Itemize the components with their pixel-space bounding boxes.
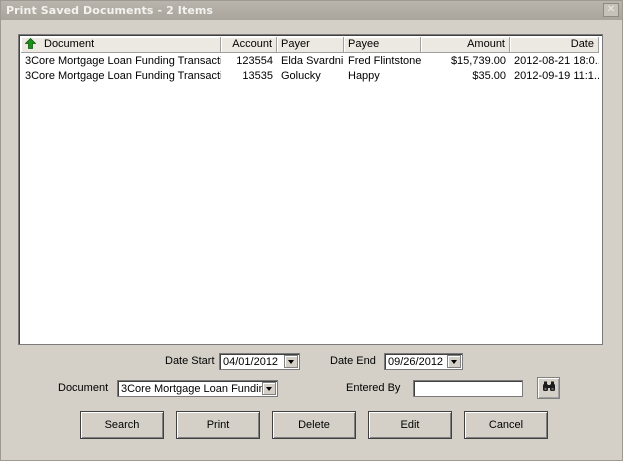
list-header: Document Account Payer Payee Amount Date — [21, 37, 602, 53]
column-label-payee: Payee — [348, 38, 380, 50]
close-icon: ✕ — [606, 4, 616, 15]
cell-account: 13535 — [242, 70, 273, 82]
entered-by-label: Entered By — [346, 382, 401, 394]
search-button-label: Search — [104, 419, 140, 431]
date-start-label: Date Start — [165, 355, 215, 367]
chevron-down-icon — [288, 359, 294, 364]
column-label-payer: Payer — [281, 38, 310, 50]
column-label-account: Account — [232, 38, 272, 50]
edit-button[interactable]: Edit — [368, 411, 452, 439]
document-type-value: 3Core Mortgage Loan Funding Trar — [121, 382, 262, 395]
table-row[interactable]: 3Core Mortgage Loan Funding Transactions… — [21, 69, 602, 84]
chevron-down-icon — [266, 386, 272, 391]
list-rows: 3Core Mortgage Loan Funding Transactions… — [21, 54, 602, 84]
find-user-button[interactable] — [537, 377, 560, 399]
column-header-document[interactable]: Document — [21, 37, 221, 53]
document-type-dropdown-button[interactable] — [262, 382, 276, 395]
cell-document: 3Core Mortgage Loan Funding Transactions — [25, 55, 221, 67]
date-start-picker[interactable]: 04/01/2012 — [219, 353, 300, 370]
column-header-date[interactable]: Date — [510, 37, 599, 53]
window-title: Print Saved Documents - 2 Items — [6, 4, 214, 17]
column-header-amount[interactable]: Amount — [421, 37, 510, 53]
cell-account: 123554 — [236, 55, 273, 67]
date-start-value: 04/01/2012 — [223, 355, 279, 368]
search-button[interactable]: Search — [80, 411, 164, 439]
cell-payee: Happy — [348, 70, 380, 82]
cell-date: 2012-09-19 11:1... — [514, 70, 599, 82]
column-label-amount: Amount — [467, 38, 505, 50]
cell-payee: Fred Flintstone — [348, 55, 421, 67]
cell-date: 2012-08-21 18:0... — [514, 55, 599, 67]
table-row[interactable]: 3Core Mortgage Loan Funding Transactions… — [21, 54, 602, 69]
date-end-value: 09/26/2012 — [388, 355, 444, 368]
document-type-select[interactable]: 3Core Mortgage Loan Funding Trar — [117, 380, 278, 397]
documents-list[interactable]: Document Account Payer Payee Amount Date… — [18, 34, 603, 345]
document-label: Document — [58, 382, 109, 394]
print-saved-documents-window: Print Saved Documents - 2 Items ✕ Docume… — [0, 0, 623, 461]
date-end-picker[interactable]: 09/26/2012 — [384, 353, 463, 370]
sort-ascending-icon — [25, 38, 36, 49]
date-end-label: Date End — [330, 355, 376, 367]
cell-amount: $35.00 — [472, 70, 506, 82]
edit-button-label: Edit — [400, 419, 420, 431]
cell-document: 3Core Mortgage Loan Funding Transactions — [25, 70, 221, 82]
date-end-dropdown-button[interactable] — [447, 355, 461, 368]
date-start-dropdown-button[interactable] — [284, 355, 298, 368]
cancel-button[interactable]: Cancel — [464, 411, 548, 439]
column-header-account[interactable]: Account — [221, 37, 277, 53]
column-header-payee[interactable]: Payee — [344, 37, 421, 53]
cancel-button-label: Cancel — [488, 419, 524, 431]
column-label-date: Date — [570, 38, 594, 50]
chevron-down-icon — [451, 359, 457, 364]
print-button-label: Print — [206, 419, 230, 431]
delete-button[interactable]: Delete — [272, 411, 356, 439]
print-button[interactable]: Print — [176, 411, 260, 439]
close-button[interactable]: ✕ — [603, 3, 619, 17]
entered-by-input[interactable] — [413, 380, 523, 397]
title-bar: Print Saved Documents - 2 Items ✕ — [1, 1, 622, 20]
delete-button-label: Delete — [298, 419, 330, 431]
cell-amount: $15,739.00 — [450, 55, 506, 67]
column-header-payer[interactable]: Payer — [277, 37, 344, 53]
cell-payer: Elda Svardnik — [281, 55, 344, 67]
column-label-document: Document — [44, 38, 95, 50]
binoculars-icon — [542, 381, 556, 396]
cell-payer: Golucky — [281, 70, 321, 82]
